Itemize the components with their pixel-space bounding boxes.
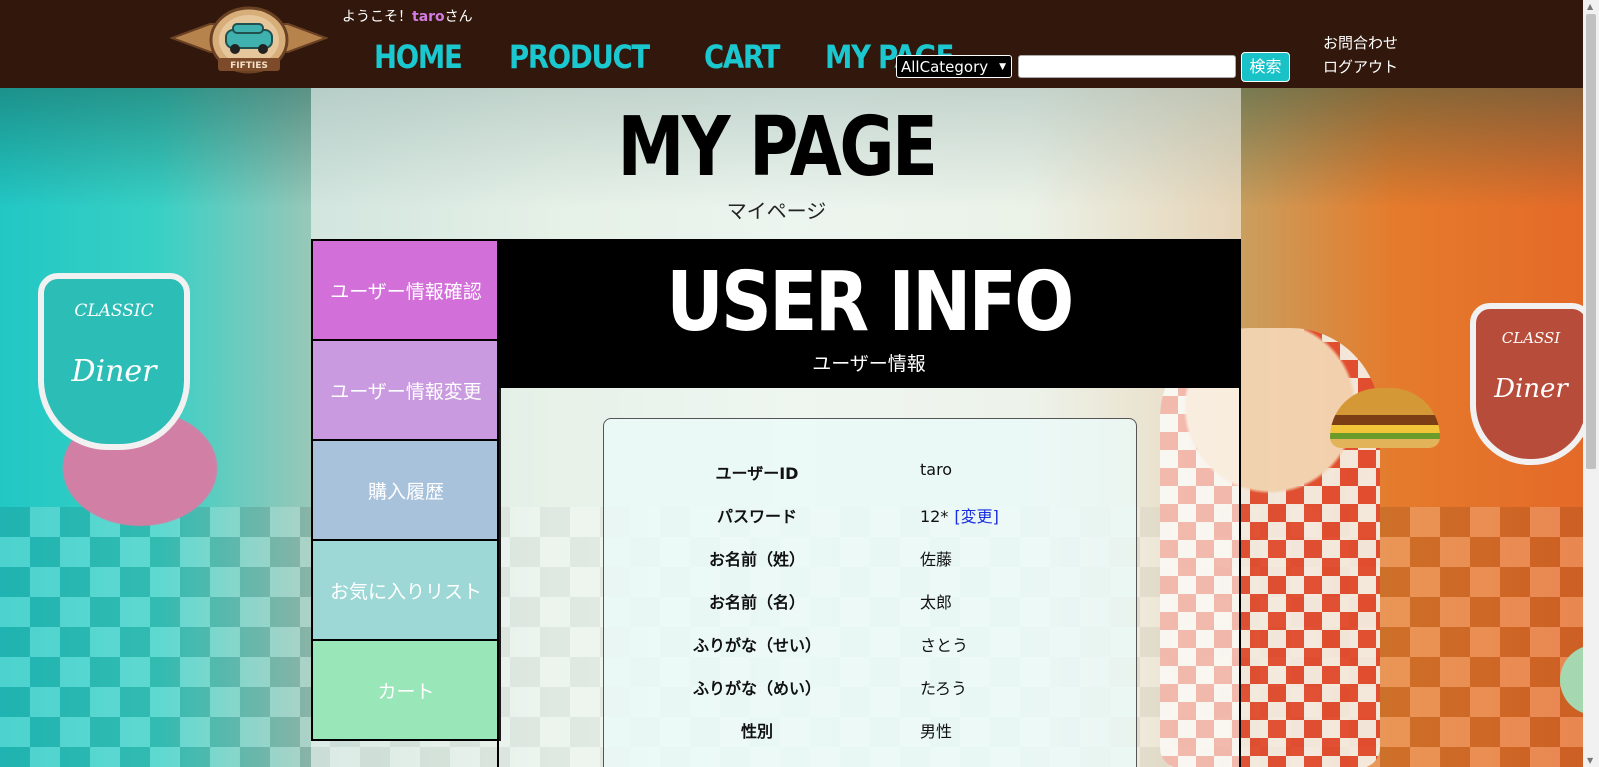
info-row-first-name-kana: ふりがな（めい） たろう: [604, 675, 1136, 699]
info-row-user-id: ユーザーID taro: [604, 460, 1136, 484]
info-row-last-name: お名前（姓） 佐藤: [604, 546, 1136, 570]
info-row-first-name: お名前（名） 太郎: [604, 589, 1136, 613]
sidebar-item-edit-user-info[interactable]: ユーザー情報変更: [313, 341, 499, 441]
info-value: 佐藤: [920, 550, 953, 569]
page-title: MY PAGE: [617, 100, 938, 195]
mypage-sidebar: ユーザー情報確認 ユーザー情報変更 購入履歴 お気に入りリスト カート: [311, 239, 501, 741]
category-selected-value: AllCategory: [901, 58, 989, 76]
info-label: ユーザーID: [715, 464, 799, 483]
info-label: 性別: [740, 722, 773, 741]
search-button[interactable]: 検索: [1241, 52, 1290, 82]
diner-sign-left: CLASSIC Diner: [38, 273, 190, 450]
content-header: USER INFO ユーザー情報: [497, 239, 1241, 388]
content-title: USER INFO: [666, 255, 1074, 350]
info-value: 太郎: [920, 593, 953, 612]
sign-right-top-text: CLASSI: [1501, 329, 1561, 347]
info-label: お名前（名）: [708, 593, 805, 612]
diner-sign-right: CLASSI Diner: [1470, 303, 1583, 465]
username: taro: [412, 9, 445, 25]
category-select[interactable]: AllCategory ▼: [896, 55, 1012, 78]
page-subtitle: マイページ: [726, 199, 827, 223]
sign-left-top-text: CLASSIC: [74, 301, 154, 321]
info-value: 男性: [920, 722, 953, 741]
info-value-wrap: 12* [変更]: [920, 503, 999, 527]
nav-product[interactable]: PRODUCT: [509, 38, 650, 76]
logout-link[interactable]: ログアウト: [1323, 56, 1398, 77]
search-input[interactable]: [1018, 55, 1236, 78]
info-row-last-name-kana: ふりがな（せい） さとう: [604, 632, 1136, 656]
site-logo[interactable]: FIFTIES: [170, 2, 328, 82]
info-row-gender: 性別 男性: [604, 718, 1136, 742]
change-password-link[interactable]: [変更]: [954, 507, 999, 526]
info-value: さとう: [920, 636, 969, 655]
nav-cart[interactable]: CART: [704, 38, 780, 76]
user-info-card: ユーザーID taro パスワード 12* [変更] お名前（姓） 佐藤 お名前（…: [603, 418, 1137, 767]
scrollbar-thumb[interactable]: [1586, 14, 1596, 469]
welcome-suffix: さん: [444, 9, 473, 25]
dropdown-arrow-icon: ▼: [999, 62, 1006, 72]
site-header: FIFTIES ようこそ！taroさん HOME PRODUCT CART MY…: [0, 0, 1583, 88]
contact-link[interactable]: お問合わせ: [1323, 32, 1398, 53]
info-value: たろう: [920, 679, 968, 698]
info-label: ふりがな（めい）: [692, 679, 821, 698]
sidebar-item-purchase-history[interactable]: 購入履歴: [313, 441, 499, 541]
welcome-prefix: ようこそ！: [342, 9, 412, 25]
nav-home[interactable]: HOME: [374, 38, 463, 76]
main-nav: HOME PRODUCT CART MY PAGE: [374, 38, 974, 76]
sidebar-item-cart[interactable]: カート: [313, 641, 499, 741]
info-label: お名前（姓）: [708, 550, 805, 569]
info-value: taro: [920, 460, 953, 479]
scroll-down-icon[interactable]: ▼: [1587, 756, 1593, 765]
sidebar-item-favorites[interactable]: お気に入りリスト: [313, 541, 499, 641]
content-subtitle: ユーザー情報: [812, 353, 926, 375]
page-scrollbar[interactable]: ▲ ▼: [1583, 0, 1599, 767]
logo-text: FIFTIES: [230, 61, 268, 71]
info-row-password: パスワード 12* [変更]: [604, 503, 1136, 527]
info-label: ふりがな（せい）: [692, 636, 821, 655]
sign-right-bottom-text: Diner: [1494, 374, 1568, 404]
welcome-message: ようこそ！taroさん: [342, 6, 473, 26]
info-value: 12*: [920, 507, 949, 526]
scroll-up-icon[interactable]: ▲: [1587, 2, 1593, 11]
sidebar-item-user-info[interactable]: ユーザー情報確認: [313, 241, 499, 341]
info-label: パスワード: [716, 507, 797, 526]
sign-left-bottom-text: Diner: [71, 354, 157, 389]
